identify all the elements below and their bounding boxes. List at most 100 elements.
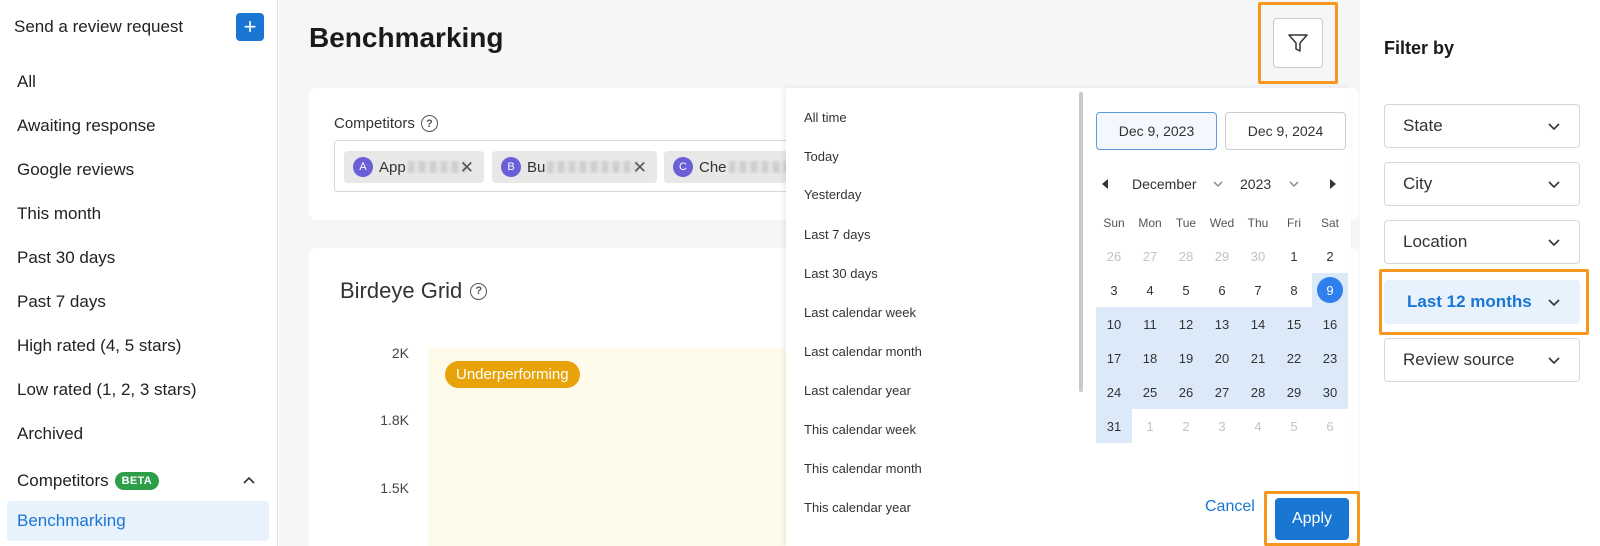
calendar-day[interactable]: 22 (1276, 341, 1312, 375)
grid-title: Birdeye Grid ? (340, 278, 488, 304)
chevron-down-icon (1548, 181, 1560, 189)
calendar-day[interactable]: 7 (1240, 273, 1276, 307)
preset-this-calendar-year[interactable]: This calendar year (804, 500, 911, 515)
calendar-day[interactable]: 2 (1312, 239, 1348, 273)
competitor-avatar: B (501, 157, 521, 177)
add-review-request-button[interactable]: + (236, 13, 264, 41)
preset-yesterday[interactable]: Yesterday (804, 187, 861, 202)
preset-all-time[interactable]: All time (804, 110, 847, 125)
calendar-day[interactable]: 1 (1132, 409, 1168, 443)
calendar-day[interactable]: 5 (1168, 273, 1204, 307)
chevron-down-icon (1289, 181, 1299, 187)
prev-month-icon[interactable] (1100, 177, 1110, 191)
calendar-day[interactable]: 25 (1132, 375, 1168, 409)
y-tick: 1.8K (380, 412, 409, 428)
selected-day-marker: 9 (1317, 277, 1343, 303)
preset-this-calendar-week[interactable]: This calendar week (804, 422, 916, 437)
calendar-day[interactable]: 24 (1096, 375, 1132, 409)
calendar-day[interactable]: 30 (1312, 375, 1348, 409)
send-review-request-row: Send a review request + (14, 12, 264, 42)
sidebar-item-all[interactable]: All (0, 60, 278, 104)
preset-today[interactable]: Today (804, 149, 839, 164)
calendar-day[interactable]: 11 (1132, 307, 1168, 341)
calendar-day[interactable]: 9 (1312, 273, 1348, 307)
calendar-day[interactable]: 27 (1204, 375, 1240, 409)
calendar-day[interactable]: 12 (1168, 307, 1204, 341)
calendar-day[interactable]: 2 (1168, 409, 1204, 443)
calendar-day[interactable]: 17 (1096, 341, 1132, 375)
month-select[interactable]: December (1132, 176, 1197, 192)
calendar-day[interactable]: 15 (1276, 307, 1312, 341)
calendar-day[interactable]: 30 (1240, 239, 1276, 273)
preset-this-calendar-month[interactable]: This calendar month (804, 461, 922, 476)
calendar-day[interactable]: 3 (1096, 273, 1132, 307)
plus-icon: + (243, 14, 257, 39)
filter-field-label: Review source (1403, 350, 1515, 369)
next-month-icon[interactable] (1328, 177, 1338, 191)
sidebar-section-competitors[interactable]: Competitors BETA (0, 461, 278, 501)
sidebar-item-awaiting-response[interactable]: Awaiting response (0, 104, 278, 148)
calendar-day[interactable]: 4 (1132, 273, 1168, 307)
end-date-input[interactable]: Dec 9, 2024 (1225, 112, 1346, 150)
preset-last-calendar-month[interactable]: Last calendar month (804, 344, 922, 359)
chevron-up-icon[interactable] (242, 473, 256, 487)
calendar-day[interactable]: 23 (1312, 341, 1348, 375)
calendar-day[interactable]: 20 (1204, 341, 1240, 375)
sidebar-item-high-rated[interactable]: High rated (4, 5 stars) (0, 324, 278, 368)
sidebar-item-this-month[interactable]: This month (0, 192, 278, 236)
redacted-text (547, 161, 638, 173)
calendar-day[interactable]: 28 (1240, 375, 1276, 409)
sidebar-item-benchmarking[interactable]: Benchmarking (7, 501, 269, 541)
calendar-day[interactable]: 26 (1168, 375, 1204, 409)
filter-city-select[interactable]: City (1384, 162, 1580, 206)
close-icon[interactable]: ✕ (460, 158, 474, 178)
presets-scrollbar[interactable] (1079, 92, 1083, 392)
calendar-day[interactable]: 13 (1204, 307, 1240, 341)
calendar-day[interactable]: 29 (1276, 375, 1312, 409)
calendar-day[interactable]: 19 (1168, 341, 1204, 375)
preset-last-7-days[interactable]: Last 7 days (804, 227, 871, 242)
weekday-label: Thu (1247, 216, 1269, 230)
calendar-day[interactable]: 27 (1132, 239, 1168, 273)
calendar-day[interactable]: 6 (1312, 409, 1348, 443)
calendar-day[interactable]: 6 (1204, 273, 1240, 307)
help-icon[interactable]: ? (420, 115, 438, 132)
sidebar-item-google-reviews[interactable]: Google reviews (0, 148, 278, 192)
help-icon[interactable]: ? (470, 282, 488, 300)
filter-review-source-select[interactable]: Review source (1384, 338, 1580, 382)
start-date-input[interactable]: Dec 9, 2023 (1096, 112, 1217, 150)
calendar-day[interactable]: 16 (1312, 307, 1348, 341)
sidebar-item-archived[interactable]: Archived (0, 412, 278, 456)
calendar-day[interactable]: 21 (1240, 341, 1276, 375)
preset-last-calendar-week[interactable]: Last calendar week (804, 305, 916, 320)
sidebar-list: All Awaiting response Google reviews Thi… (0, 60, 278, 456)
filter-state-select[interactable]: State (1384, 104, 1580, 148)
calendar-day[interactable]: 26 (1096, 239, 1132, 273)
calendar-day[interactable]: 3 (1204, 409, 1240, 443)
preset-last-30-days[interactable]: Last 30 days (804, 266, 878, 281)
calendar-day[interactable]: 29 (1204, 239, 1240, 273)
sidebar-item-past-7-days[interactable]: Past 7 days (0, 280, 278, 324)
competitors-section-label: Competitors (17, 471, 109, 490)
close-icon[interactable]: ✕ (633, 158, 647, 178)
sidebar-item-past-30-days[interactable]: Past 30 days (0, 236, 278, 280)
calendar-day[interactable]: 10 (1096, 307, 1132, 341)
calendar-day[interactable]: 28 (1168, 239, 1204, 273)
calendar-day[interactable]: 1 (1276, 239, 1312, 273)
calendar-day[interactable]: 14 (1240, 307, 1276, 341)
preset-last-calendar-year[interactable]: Last calendar year (804, 383, 911, 398)
calendar-day[interactable]: 4 (1240, 409, 1276, 443)
cancel-button[interactable]: Cancel (1205, 498, 1255, 516)
competitor-chip: B Bu ✕ (492, 151, 657, 183)
sidebar-item-low-rated[interactable]: Low rated (1, 2, 3 stars) (0, 368, 278, 412)
year-select[interactable]: 2023 (1240, 176, 1271, 192)
calendar-day[interactable]: 18 (1132, 341, 1168, 375)
filter-panel-title: Filter by (1384, 38, 1455, 58)
calendar-day[interactable]: 8 (1276, 273, 1312, 307)
calendar-day[interactable]: 31 (1096, 409, 1132, 443)
filter-location-select[interactable]: Location (1384, 220, 1580, 264)
weekday-label: Mon (1138, 216, 1162, 230)
chevron-down-icon (1548, 357, 1560, 365)
calendar-day[interactable]: 5 (1276, 409, 1312, 443)
apply-button-highlight (1264, 491, 1360, 546)
